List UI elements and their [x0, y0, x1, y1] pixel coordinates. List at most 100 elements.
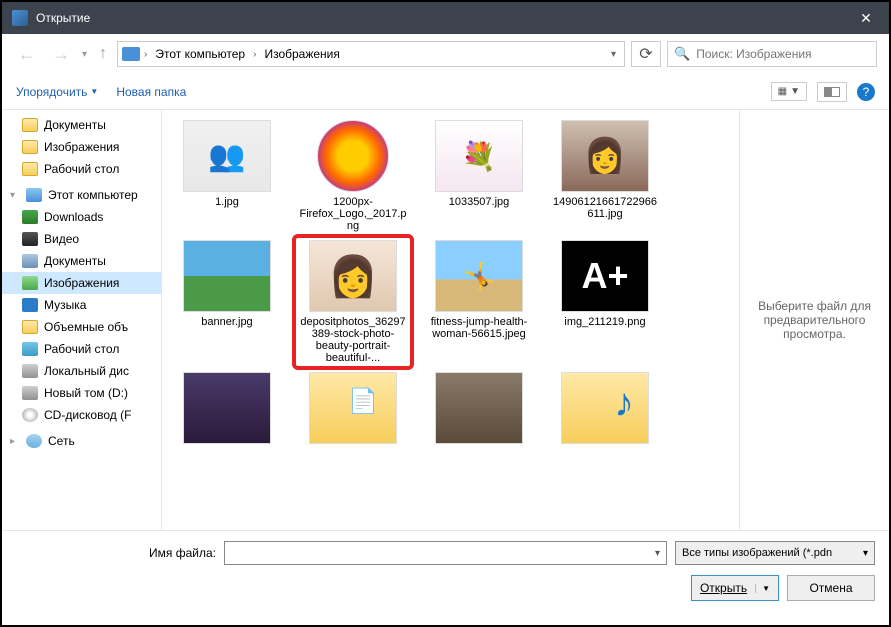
main-area: ДокументыИзображенияРабочий стол▾Этот ко… [2, 110, 889, 530]
file-label: banner.jpg [201, 316, 252, 328]
history-dropdown[interactable]: ▾ [82, 49, 87, 60]
sidebar-item-label: Объемные объ [44, 320, 128, 334]
file-item[interactable]: A+img_211219.png [550, 240, 660, 364]
open-button[interactable]: Открыть ▼ [691, 575, 779, 601]
sidebar-quick-item[interactable]: Изображения [2, 136, 161, 158]
file-item[interactable] [550, 372, 660, 448]
file-label: fitness-jump-health-woman-56615.jpeg [424, 316, 534, 340]
file-area: 1.jpg 1200px-Firefox_Logo,_2017.png 103350… [162, 110, 889, 530]
chevron-down-icon[interactable]: ▾ [655, 548, 660, 559]
file-item[interactable]: depositphotos_36297389-stock-photo-beaut… [298, 240, 408, 364]
navigation-bar: ← → ▾ ↑ › Этот компьютер › Изображения ▾… [2, 34, 889, 74]
img-icon [22, 276, 38, 290]
file-thumbnail [183, 240, 271, 312]
sidebar-quick-item[interactable]: Документы [2, 114, 161, 136]
sidebar-item-label: CD-дисковод (F [44, 408, 131, 422]
sidebar-item-label: Видео [44, 232, 79, 246]
cancel-button[interactable]: Отмена [787, 575, 875, 601]
breadcrumb-pc[interactable]: Этот компьютер [151, 45, 249, 63]
music-icon [22, 298, 38, 312]
search-box[interactable]: 🔍 [667, 41, 877, 67]
filename-input[interactable]: ▾ [224, 541, 667, 565]
sidebar-pc-item[interactable]: Документы [2, 250, 161, 272]
file-item[interactable]: 14906121661722966611.jpg [550, 120, 660, 232]
close-button[interactable]: ✕ [843, 2, 889, 34]
folder-icon [22, 162, 38, 176]
sidebar-item-label: Рабочий стол [44, 342, 119, 356]
organize-label: Упорядочить [16, 85, 87, 99]
preview-message: Выберите файл для предварительного просм… [752, 299, 877, 341]
sidebar-network[interactable]: ▸Сеть [2, 430, 161, 452]
desk-icon [22, 342, 38, 356]
file-thumbnail [561, 120, 649, 192]
bottom-bar: Имя файла: ▾ Все типы изображений (*.pdn… [2, 530, 889, 611]
up-button[interactable]: ↑ [95, 41, 111, 67]
file-label: depositphotos_36297389-stock-photo-beaut… [298, 316, 408, 364]
file-label: 14906121661722966611.jpg [550, 196, 660, 220]
disk-icon [22, 364, 38, 378]
file-item[interactable]: banner.jpg [172, 240, 282, 364]
sidebar-this-pc[interactable]: ▾Этот компьютер [2, 184, 161, 206]
sidebar-pc-item[interactable]: Downloads [2, 206, 161, 228]
sidebar-pc-item[interactable]: Изображения [2, 272, 161, 294]
chevron-down-icon: ▼ [90, 87, 98, 96]
chevron-right-icon: › [144, 49, 147, 60]
file-item[interactable] [298, 372, 408, 448]
breadcrumb-images[interactable]: Изображения [260, 45, 343, 63]
file-thumbnail [435, 240, 523, 312]
address-bar[interactable]: › Этот компьютер › Изображения ▾ [117, 41, 625, 67]
sidebar-pc-item[interactable]: Объемные объ [2, 316, 161, 338]
filetype-dropdown[interactable]: Все типы изображений (*.pdn ▾ [675, 541, 875, 565]
address-dropdown[interactable]: ▾ [607, 45, 620, 64]
chevron-down-icon[interactable]: ▾ [10, 190, 20, 201]
window-title: Открытие [36, 11, 843, 25]
back-button[interactable]: ← [14, 40, 40, 69]
sidebar-pc-item[interactable]: CD-дисковод (F [2, 404, 161, 426]
file-thumbnail [435, 372, 523, 444]
sidebar-pc-item[interactable]: Локальный дис [2, 360, 161, 382]
preview-pane-toggle[interactable] [817, 82, 847, 102]
thumbnails-icon: ▦ [778, 86, 787, 97]
sidebar-item-label: Рабочий стол [44, 162, 119, 176]
file-label: 1200px-Firefox_Logo,_2017.png [298, 196, 408, 232]
open-dropdown-icon[interactable]: ▼ [755, 584, 770, 593]
search-input[interactable] [696, 47, 870, 61]
sidebar-pc-item[interactable]: Новый том (D:) [2, 382, 161, 404]
sidebar: ДокументыИзображенияРабочий стол▾Этот ко… [2, 110, 162, 530]
folder-icon [22, 320, 38, 334]
sidebar-item-label: Документы [44, 254, 106, 268]
dl-icon [22, 210, 38, 224]
file-item[interactable] [172, 372, 282, 448]
chevron-down-icon: ▾ [863, 548, 868, 559]
chevron-right-icon[interactable]: ▸ [10, 436, 20, 447]
files-grid[interactable]: 1.jpg 1200px-Firefox_Logo,_2017.png 103350… [162, 110, 739, 530]
file-item[interactable]: 1200px-Firefox_Logo,_2017.png [298, 120, 408, 232]
sidebar-quick-item[interactable]: Рабочий стол [2, 158, 161, 180]
sidebar-pc-item[interactable]: Рабочий стол [2, 338, 161, 360]
video-icon [22, 232, 38, 246]
titlebar: Открытие ✕ [2, 2, 889, 34]
view-mode-button[interactable]: ▦ ▼ [771, 82, 807, 101]
file-label: 1.jpg [215, 196, 239, 208]
sidebar-pc-item[interactable]: Видео [2, 228, 161, 250]
refresh-button[interactable]: ⟳ [631, 41, 661, 67]
file-thumbnail [183, 372, 271, 444]
filename-label: Имя файла: [16, 546, 216, 560]
chevron-right-icon: › [253, 49, 256, 60]
toolbar: Упорядочить ▼ Новая папка ▦ ▼ ? [2, 74, 889, 110]
file-item[interactable]: 1.jpg [172, 120, 282, 232]
forward-button[interactable]: → [48, 40, 74, 69]
dialog-buttons: Открыть ▼ Отмена [16, 575, 875, 601]
file-item[interactable] [424, 372, 534, 448]
chevron-down-icon: ▼ [790, 86, 800, 97]
file-thumbnail [561, 372, 649, 444]
file-label: 1033507.jpg [449, 196, 510, 208]
help-button[interactable]: ? [857, 83, 875, 101]
sidebar-pc-item[interactable]: Музыка [2, 294, 161, 316]
disk-icon [22, 386, 38, 400]
file-item[interactable]: fitness-jump-health-woman-56615.jpeg [424, 240, 534, 364]
file-item[interactable]: 1033507.jpg [424, 120, 534, 232]
new-folder-button[interactable]: Новая папка [116, 85, 186, 99]
organize-button[interactable]: Упорядочить ▼ [16, 85, 98, 99]
pc-icon [26, 188, 42, 202]
